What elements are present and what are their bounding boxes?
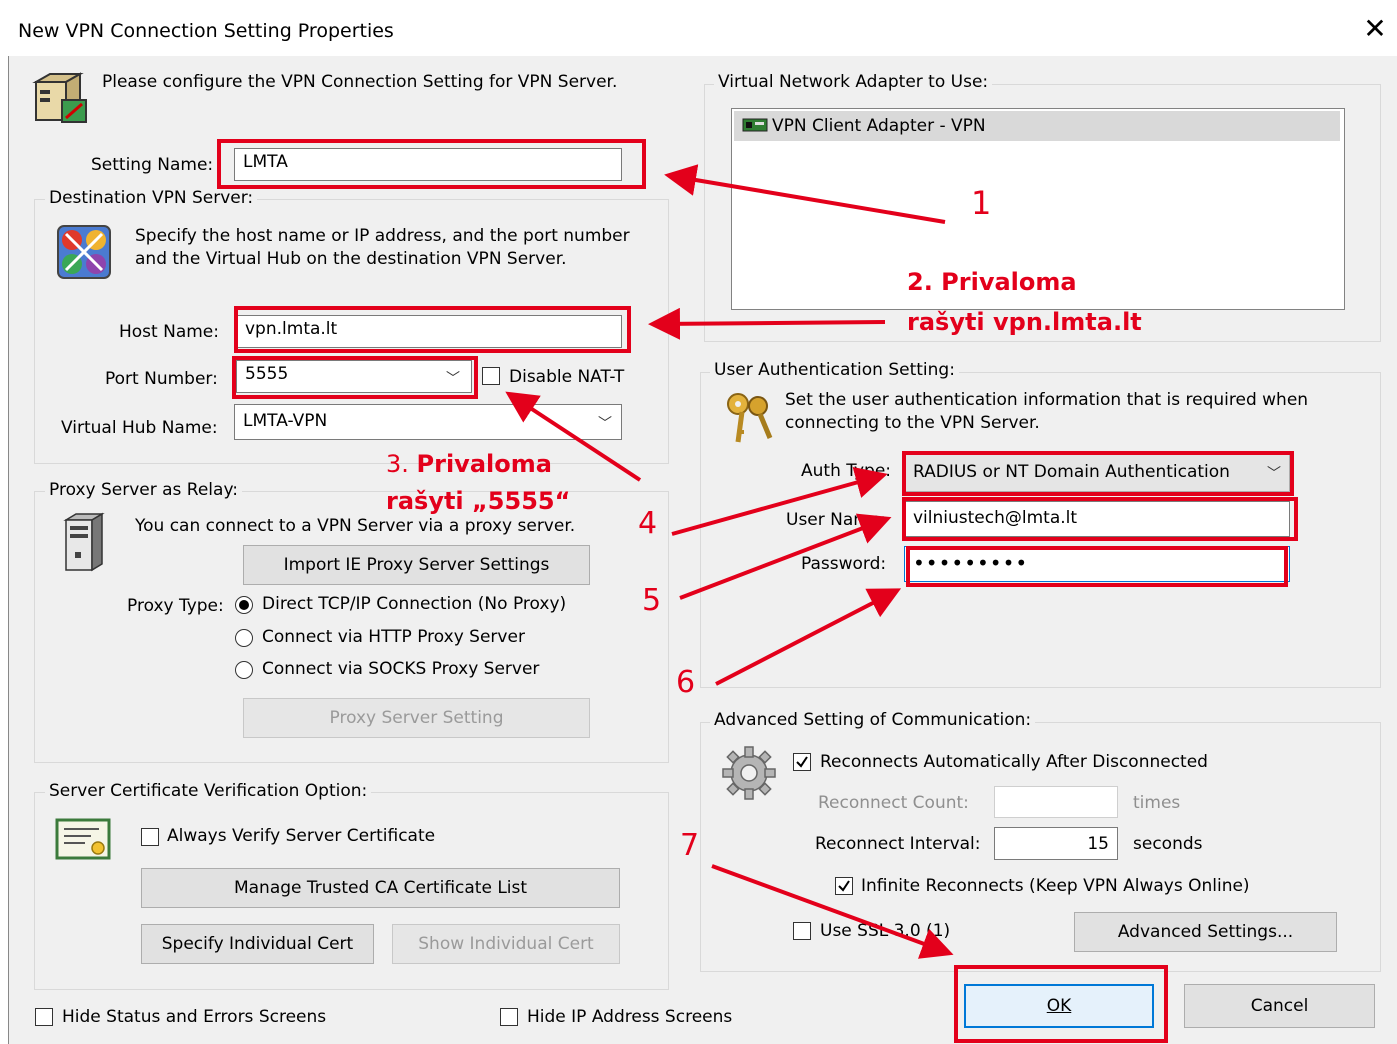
annotation-3-line1: 3. Privaloma [386,450,552,478]
annotation-6: 6 [676,665,696,700]
annotation-1: 1 [971,184,992,222]
annotation-4: 4 [638,506,658,541]
annotation-2-line2: rašyti vpn.lmta.lt [907,308,1142,336]
annotation-arrows [505,164,954,959]
annotation-3-prefix: 3. [386,450,417,478]
annotation-3-word: Privaloma [416,450,552,478]
annotation-5: 5 [642,583,662,618]
annotation-7: 7 [680,828,700,863]
annotation-2-line1: 2. Privaloma [907,268,1077,296]
annotation-3-line2: rašyti „5555“ [386,487,571,515]
